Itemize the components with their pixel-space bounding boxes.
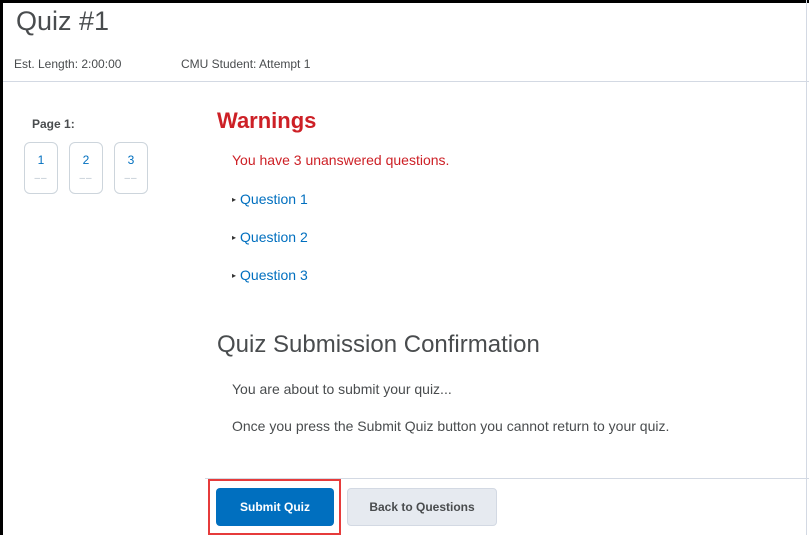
page-question-2[interactable]: 2 –– [69,142,103,194]
submit-quiz-button[interactable]: Submit Quiz [216,488,334,526]
page-question-1[interactable]: 1 –– [24,142,58,194]
question-3-link[interactable]: ▸ Question 3 [232,267,308,283]
warnings-heading: Warnings [217,108,317,133]
confirmation-heading: Quiz Submission Confirmation [217,331,540,358]
page-question-status: –– [124,173,138,184]
question-link-label: Question 1 [240,191,308,207]
bullet-icon: ▸ [232,233,237,242]
page-question-number: 2 [82,153,90,167]
question-1-link[interactable]: ▸ Question 1 [232,191,308,207]
attempt-info: CMU Student: Attempt 1 [181,57,311,71]
estimated-length: Est. Length: 2:00:00 [14,57,122,71]
confirmation-text-1: You are about to submit your quiz... [232,381,452,397]
confirmation-text-2: Once you press the Submit Quiz button yo… [232,418,670,434]
unanswered-warning: You have 3 unanswered questions. [232,152,450,168]
page-label: Page 1: [32,117,75,131]
question-2-link[interactable]: ▸ Question 2 [232,229,308,245]
question-link-label: Question 3 [240,267,308,283]
bullet-icon: ▸ [232,271,237,280]
bullet-icon: ▸ [232,195,237,204]
page-question-status: –– [34,173,48,184]
page-question-number: 1 [37,153,45,167]
header-divider [3,81,809,82]
page-question-status: –– [79,173,93,184]
quiz-title: Quiz #1 [16,6,110,36]
page-question-number: 3 [127,153,135,167]
back-to-questions-button[interactable]: Back to Questions [347,488,497,526]
question-link-label: Question 2 [240,229,308,245]
page-question-3[interactable]: 3 –– [114,142,148,194]
